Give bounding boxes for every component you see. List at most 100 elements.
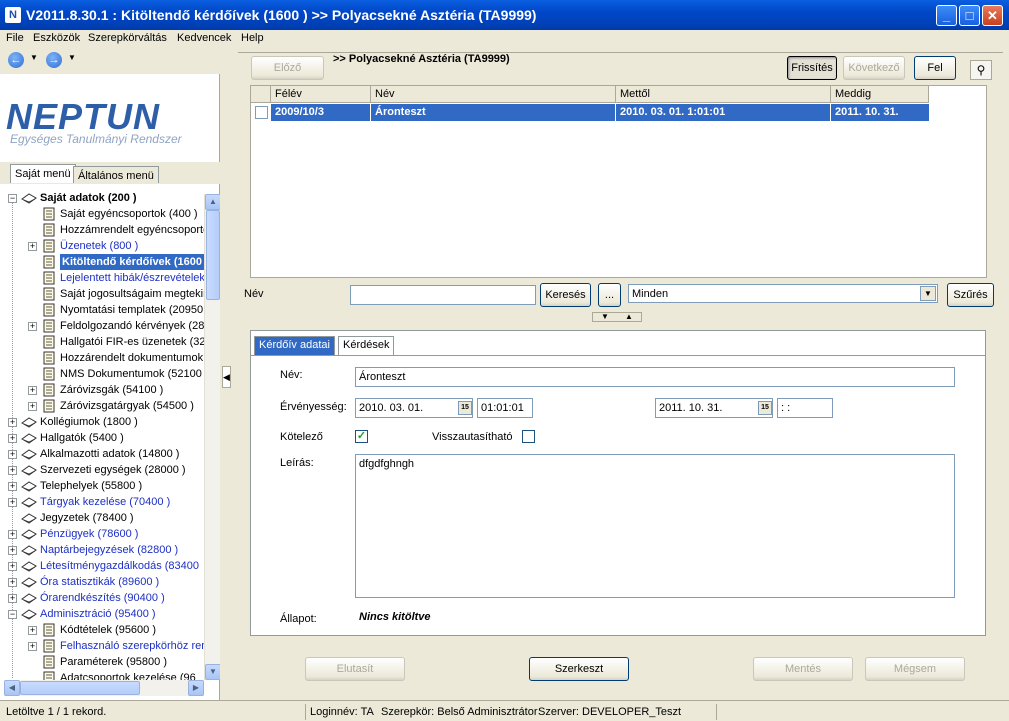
expand-icon[interactable]: +	[8, 578, 17, 587]
expand-icon[interactable]: +	[28, 402, 37, 411]
tree-item-label: NMS Dokumentumok (52100	[60, 368, 202, 380]
ellipsis-button[interactable]: ...	[598, 283, 621, 307]
tree-item-label: Paraméterek (95800 )	[60, 656, 167, 668]
menu-kedvencek[interactable]: Kedvencek	[177, 32, 231, 44]
table-row[interactable]: 2009/10/3 Áronteszt 2010. 03. 01. 1:01:0…	[271, 104, 929, 121]
tree-vertical-scrollbar[interactable]: ▲ ▼	[204, 194, 221, 680]
book-icon	[21, 495, 37, 509]
collapse-left-icon[interactable]: ◀	[222, 366, 231, 388]
minimize-button[interactable]: _	[936, 5, 957, 26]
col-nev[interactable]: Név	[371, 86, 616, 103]
status-login: Loginnév: TA	[305, 704, 375, 720]
tab-kerdesek[interactable]: Kérdések	[338, 336, 395, 355]
tree-item-label: Felhasználó szerepkörhöz rendelése	[60, 640, 204, 652]
expand-icon[interactable]: +	[28, 322, 37, 331]
valid-from-date[interactable]: 2010. 03. 01.	[355, 398, 473, 418]
up-button[interactable]: Fel	[914, 56, 956, 80]
tree-item-label: Naptárbejegyzések (82800 )	[40, 544, 179, 556]
tree-item-label: Saját adatok (200 )	[40, 192, 137, 204]
collapse-up-icon[interactable]: ▲	[625, 312, 633, 321]
filter-button[interactable]: Szűrés	[947, 283, 994, 307]
book-icon	[21, 447, 37, 461]
tab-sajat-menu[interactable]: Saját menü	[10, 164, 76, 183]
menu-bar: File Eszközök Szerepkörváltás Kedvencek …	[0, 30, 1009, 48]
next-button[interactable]: Következő	[843, 56, 905, 80]
expand-icon[interactable]: +	[8, 594, 17, 603]
close-button[interactable]: ✕	[982, 5, 1003, 26]
forward-icon[interactable]: →	[46, 52, 62, 68]
expand-icon[interactable]: +	[8, 482, 17, 491]
book-icon	[21, 543, 37, 557]
valid-to-time[interactable]: : :	[777, 398, 833, 418]
pin-icon[interactable]: ⚲	[970, 60, 992, 80]
collapse-down-icon[interactable]: ▼	[601, 312, 609, 321]
chevron-down-icon[interactable]: ▼	[920, 286, 936, 301]
cancel-button[interactable]: Mégsem	[865, 657, 965, 681]
tab-kerdoiv-adatai[interactable]: Kérdőív adatai	[254, 336, 335, 355]
expand-icon[interactable]: +	[8, 450, 17, 459]
name-field[interactable]: Áronteszt	[355, 367, 955, 387]
scroll-up-icon[interactable]: ▲	[205, 194, 221, 210]
search-name-label: Név	[244, 288, 264, 300]
rejectable-checkbox[interactable]	[522, 430, 535, 443]
row-checkbox[interactable]	[255, 106, 268, 119]
expand-icon[interactable]: +	[28, 642, 37, 651]
menu-help[interactable]: Help	[241, 32, 264, 44]
expand-icon[interactable]: +	[8, 434, 17, 443]
back-icon[interactable]: ←	[8, 52, 24, 68]
scroll-right-icon[interactable]: ▶	[188, 680, 204, 696]
tree-item-label: Óra statisztikák (89600 )	[40, 576, 160, 588]
menu-eszkozok[interactable]: Eszközök	[33, 32, 80, 44]
description-textarea[interactable]: dfgdfghngh	[355, 454, 955, 598]
expand-icon[interactable]: +	[8, 530, 17, 539]
save-button[interactable]: Mentés	[753, 657, 853, 681]
book-icon	[21, 607, 37, 621]
tree-item-label: Kódtételek (95600 )	[60, 624, 157, 636]
expand-icon[interactable]: +	[8, 546, 17, 555]
back-dropdown-icon[interactable]: ▼	[30, 53, 38, 62]
panel-splitter[interactable]: ◀	[220, 48, 232, 700]
filter-select[interactable]: Minden ▼	[628, 284, 938, 303]
row-select-cell[interactable]	[251, 104, 271, 121]
menu-szerepkorvaltas[interactable]: Szerepkörváltás	[88, 32, 167, 44]
col-mettol[interactable]: Mettől	[616, 86, 831, 103]
valid-to-date[interactable]: 2011. 10. 31.	[655, 398, 773, 418]
search-name-input[interactable]	[350, 285, 536, 305]
book-icon	[21, 591, 37, 605]
h-scroll-thumb[interactable]	[20, 681, 140, 695]
collapse-icon[interactable]: −	[8, 610, 17, 619]
tab-altalanos-menu[interactable]: Általános menü	[73, 166, 159, 183]
collapse-icon[interactable]: −	[8, 194, 17, 203]
expand-icon[interactable]: +	[28, 242, 37, 251]
reject-button[interactable]: Elutasít	[305, 657, 405, 681]
expand-icon[interactable]: +	[8, 418, 17, 427]
search-button[interactable]: Keresés	[540, 283, 591, 307]
calendar-icon[interactable]: 15	[758, 401, 772, 415]
tree-item-label: Feldolgozandó kérvények (28	[60, 320, 204, 332]
tree-horizontal-scrollbar[interactable]: ◀ ▶	[4, 680, 204, 696]
tree-item-label: Órarendkészítés (90400 )	[40, 592, 165, 604]
scroll-left-icon[interactable]: ◀	[4, 680, 20, 696]
scroll-down-icon[interactable]: ▼	[205, 664, 221, 680]
tree-item-label: Pénzügyek (78600 )	[40, 528, 139, 540]
scroll-thumb[interactable]	[206, 210, 220, 300]
expand-icon[interactable]: +	[28, 626, 37, 635]
expand-icon[interactable]: +	[28, 386, 37, 395]
edit-button[interactable]: Szerkeszt	[529, 657, 629, 681]
refresh-button[interactable]: Frissítés	[787, 56, 837, 80]
expand-icon[interactable]: +	[8, 498, 17, 507]
menu-file[interactable]: File	[6, 32, 24, 44]
maximize-button[interactable]: □	[959, 5, 980, 26]
col-felev[interactable]: Félév	[271, 86, 371, 103]
valid-from-time[interactable]: 01:01:01	[477, 398, 533, 418]
expand-icon[interactable]: +	[8, 562, 17, 571]
prev-button[interactable]: Előző	[251, 56, 324, 80]
col-meddig[interactable]: Meddig	[831, 86, 929, 103]
section-splitter[interactable]: ▼ ▲	[592, 312, 642, 322]
expand-icon[interactable]: +	[8, 466, 17, 475]
mandatory-checkbox[interactable]: ✓	[355, 430, 368, 443]
forward-dropdown-icon[interactable]: ▼	[68, 53, 76, 62]
tree-item-label: Hallgatók (5400 )	[40, 432, 124, 444]
tab-divider	[251, 355, 985, 356]
calendar-icon[interactable]: 15	[458, 401, 472, 415]
